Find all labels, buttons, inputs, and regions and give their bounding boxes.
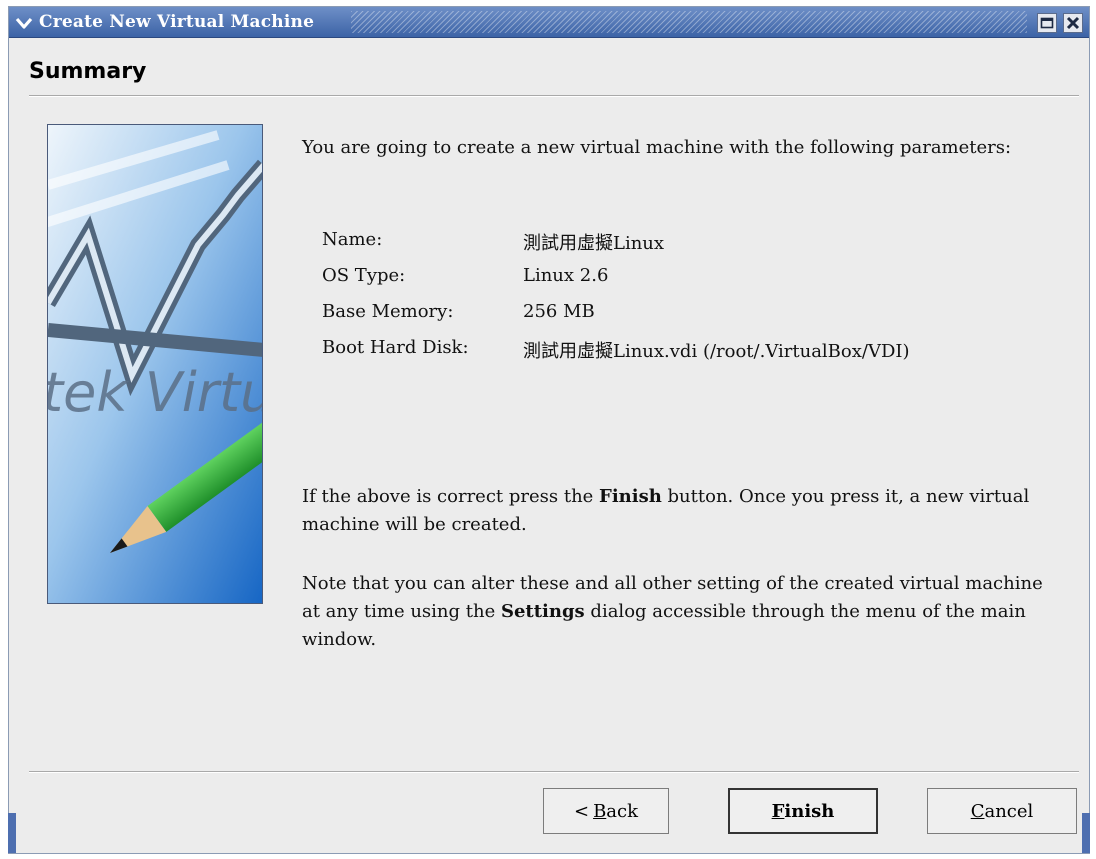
param-label: Base Memory:	[322, 301, 454, 322]
finish-keyword: Finish	[599, 486, 662, 507]
confirm-text: If the above is correct press the Finish…	[302, 483, 1062, 539]
close-icon[interactable]	[1063, 13, 1083, 33]
maximize-icon[interactable]	[1037, 13, 1057, 33]
window-title: Create New Virtual Machine	[39, 12, 315, 32]
param-label: Name:	[322, 229, 383, 250]
window-corner-left	[8, 813, 16, 853]
param-value: 測試用虛擬Linux	[523, 233, 665, 254]
back-arrow: <	[573, 800, 590, 822]
param-value: Linux 2.6	[523, 265, 609, 286]
cancel-mnemonic: C	[970, 800, 985, 822]
window-corner-right	[1082, 813, 1090, 853]
param-label: OS Type:	[322, 265, 406, 286]
finish-label: inish	[784, 800, 835, 822]
finish-button[interactable]: Finish	[728, 788, 878, 834]
note-text: Note that you can alter these and all ot…	[302, 570, 1062, 654]
back-label: ack	[606, 800, 639, 822]
cancel-label: ancel	[984, 800, 1034, 822]
intro-text: You are going to create a new virtual ma…	[302, 137, 1012, 158]
back-button[interactable]: < Back	[543, 788, 669, 834]
wizard-banner-image: tek Virtua	[47, 124, 263, 604]
title-bar-texture	[351, 11, 1027, 33]
title-bar[interactable]: Create New Virtual Machine	[9, 7, 1089, 38]
page-title: Summary	[29, 59, 147, 84]
settings-keyword: Settings	[500, 601, 585, 622]
footer-divider	[29, 771, 1079, 773]
param-value: 256 MB	[523, 301, 595, 322]
cancel-button[interactable]: Cancel	[927, 788, 1077, 834]
confirm-text-pre: If the above is correct press the	[302, 486, 600, 507]
param-label: Boot Hard Disk:	[322, 337, 469, 358]
banner-text: tek Virtua	[48, 361, 263, 424]
chevron-down-icon[interactable]	[14, 13, 34, 33]
dialog-window: Create New Virtual Machine Summary tek V…	[8, 6, 1090, 854]
back-mnemonic: B	[593, 800, 607, 822]
header-divider	[29, 95, 1079, 97]
finish-mnemonic: F	[771, 800, 785, 822]
param-value: 測試用虛擬Linux.vdi (/root/.VirtualBox/VDI)	[523, 341, 910, 362]
